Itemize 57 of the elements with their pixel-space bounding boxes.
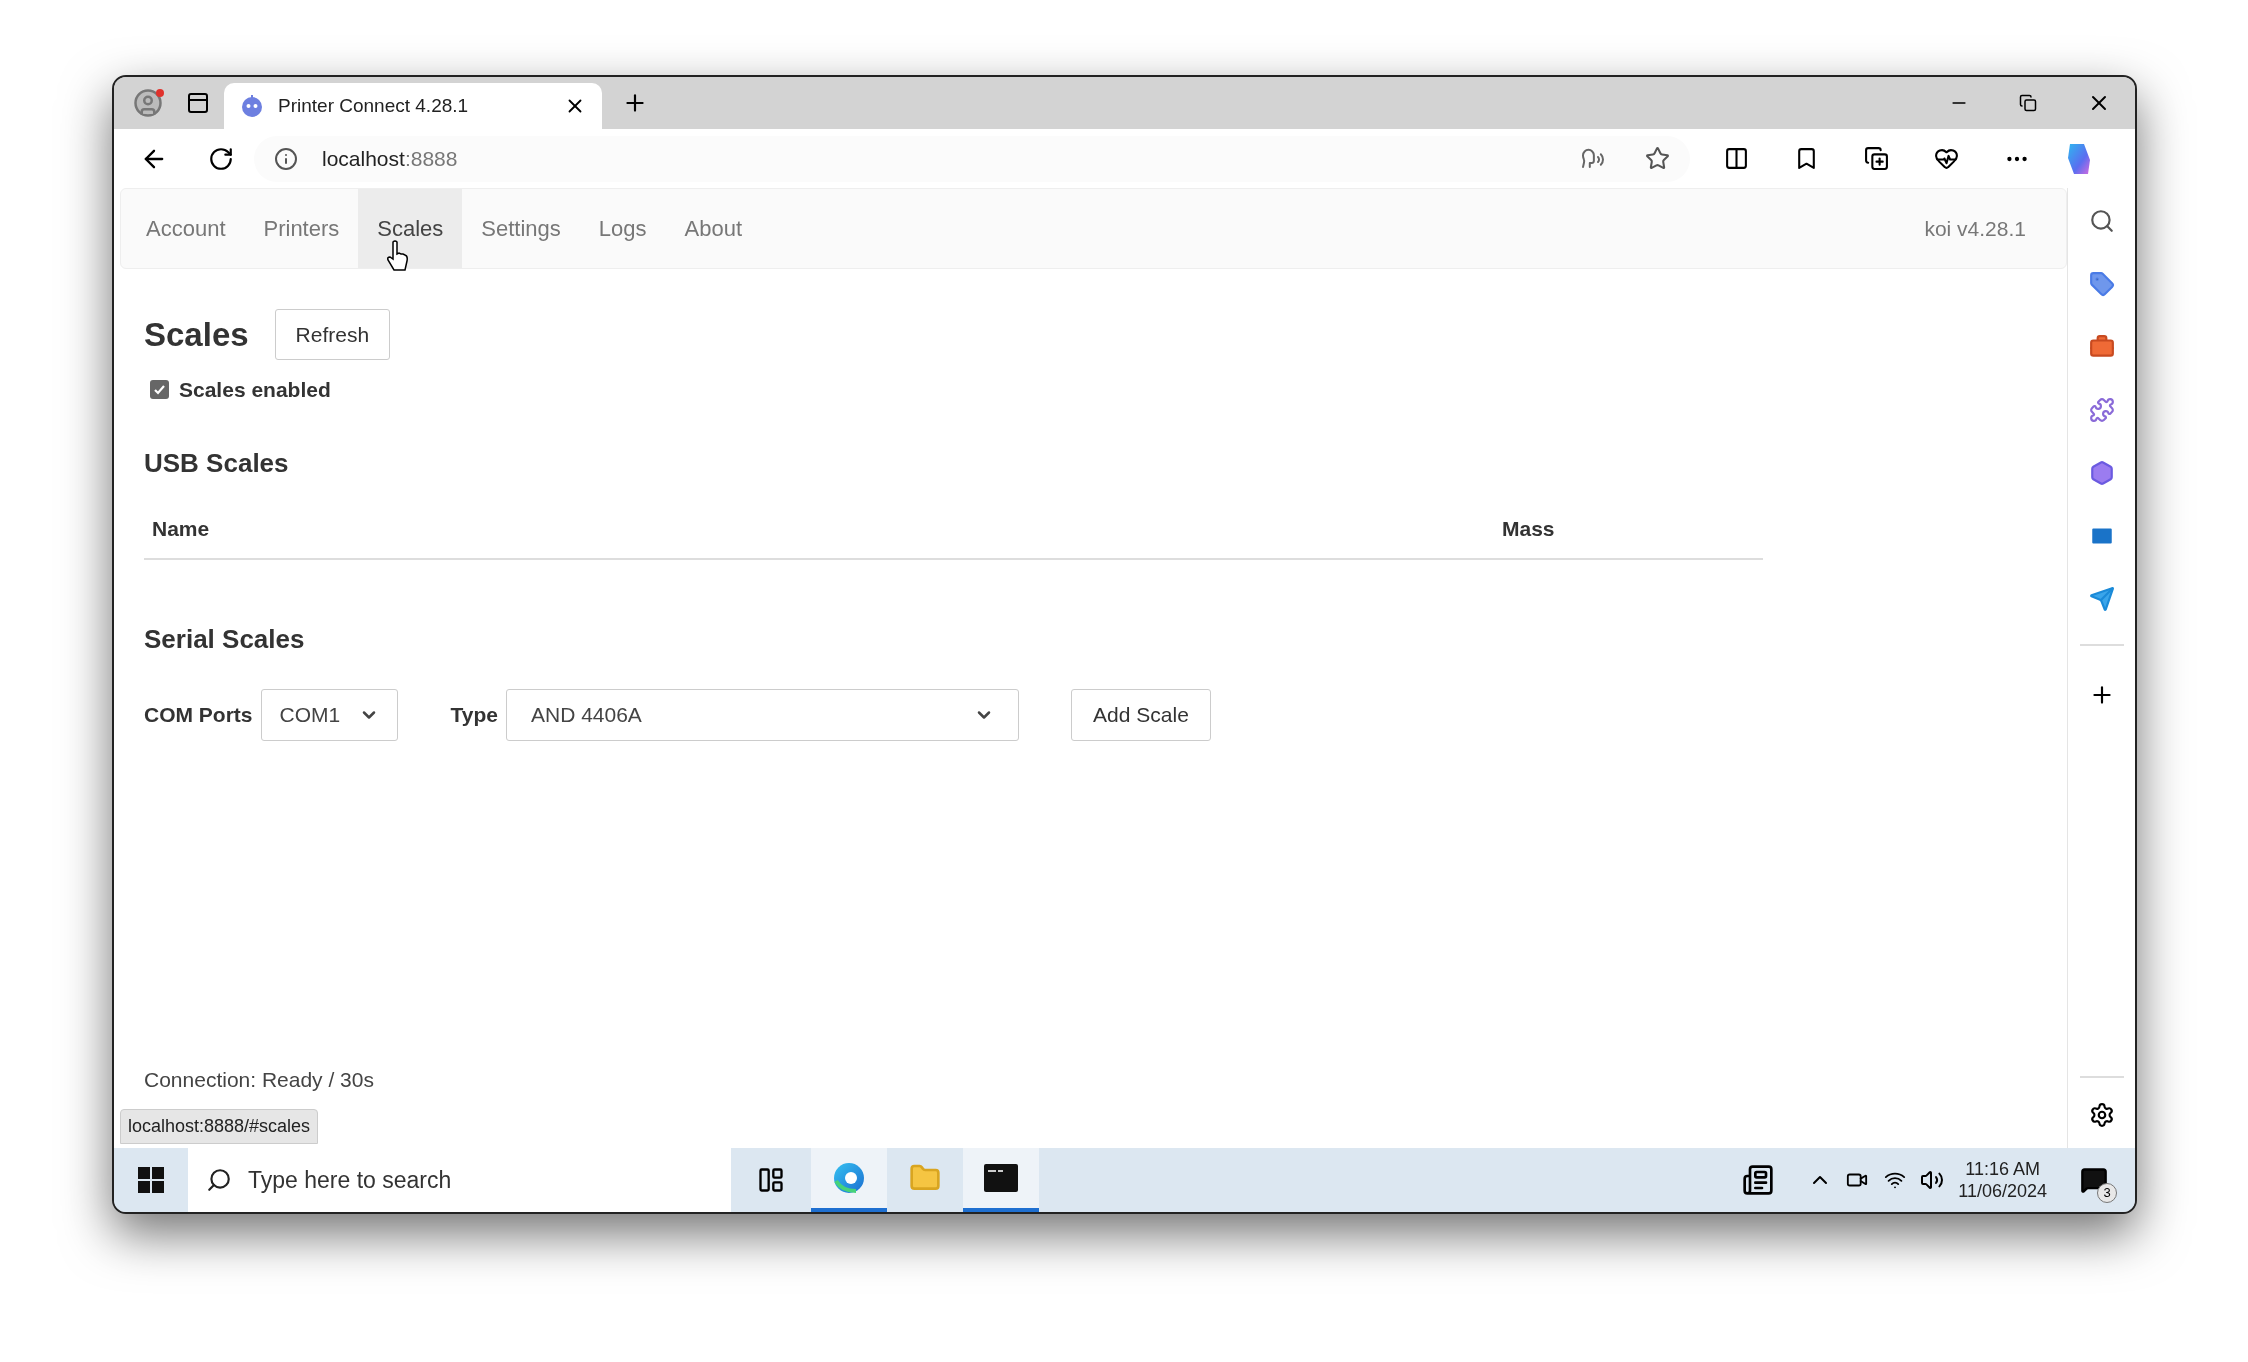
checkmark-icon [153, 383, 166, 397]
field-label: Type [450, 702, 498, 729]
version-label: koi v4.28.1 [1924, 215, 2026, 242]
volume-icon[interactable] [1920, 1168, 1945, 1192]
refresh-button[interactable]: Refresh [274, 309, 391, 360]
tab-actions-icon[interactable] [186, 91, 210, 115]
section-title: Serial Scales [144, 623, 306, 656]
status-url-tooltip: localhost:8888/#scales [120, 1109, 319, 1144]
add-scale-button[interactable]: Add Scale [1071, 689, 1211, 741]
clock-date: 11/06/2024 [1958, 1180, 2047, 1203]
toolbox-icon[interactable] [2088, 334, 2115, 360]
nav-tab[interactable]: Account [127, 189, 245, 268]
windows-logo-icon[interactable] [138, 1167, 164, 1193]
browser-logo-icon [832, 1161, 866, 1195]
page-title: Scales [144, 314, 249, 355]
checkbox-label: Scales enabled [179, 377, 331, 403]
com-port-select[interactable]: COM1 [260, 689, 398, 741]
settings-icon[interactable] [2088, 1102, 2115, 1128]
taskbar-search[interactable]: Type here to search [188, 1148, 731, 1212]
hexagon-icon[interactable] [2088, 460, 2115, 486]
nav-tab[interactable]: About [665, 189, 762, 268]
checkbox[interactable] [150, 380, 169, 400]
section-title: USB Scales [144, 446, 290, 480]
nav-tab[interactable]: Settings [462, 189, 580, 268]
puzzle-icon[interactable] [2088, 397, 2115, 423]
robot-face-icon [240, 94, 264, 118]
address-text: localhost:8888 [322, 145, 458, 172]
heart-pulse-icon[interactable] [1934, 146, 1959, 171]
task-view-icon[interactable] [757, 1166, 785, 1194]
search-icon[interactable] [2088, 208, 2115, 234]
taskbar-app[interactable] [963, 1148, 1039, 1212]
tab-title: Printer Connect 4.28.1 [278, 93, 470, 118]
nav-tab[interactable]: Scales [358, 189, 463, 268]
reload-icon[interactable] [208, 145, 234, 172]
split-screen-icon[interactable] [1724, 146, 1749, 171]
nav-tab[interactable]: Logs [579, 189, 666, 268]
tag-icon[interactable] [2088, 271, 2115, 297]
read-aloud-icon[interactable] [1581, 146, 1605, 171]
info-icon[interactable] [274, 146, 298, 171]
column-header: Mass [1502, 515, 1555, 542]
browser-tab[interactable]: Printer Connect 4.28.1 [224, 83, 602, 129]
nav-tab[interactable]: Printers [244, 189, 359, 268]
address-bar[interactable]: localhost:8888 [254, 135, 1690, 182]
favorite-star-icon[interactable] [1645, 146, 1670, 171]
restore-icon[interactable] [2019, 94, 2037, 112]
news-icon[interactable] [1742, 1164, 1775, 1196]
type-select[interactable]: AND 4406A [506, 689, 1019, 741]
connection-status: Connection: Ready / 30s [144, 1066, 375, 1093]
profile-icon[interactable] [133, 88, 163, 118]
terminal-icon [984, 1164, 1018, 1192]
field-label: COM Ports [144, 702, 253, 729]
clock-time: 11:16 AM [1965, 1157, 2040, 1180]
paper-plane-icon[interactable] [2088, 586, 2115, 612]
collections-icon[interactable] [1864, 146, 1889, 171]
column-header: Name [152, 515, 211, 542]
notification-count: 3 [2097, 1183, 2117, 1203]
search-icon [206, 1167, 232, 1193]
